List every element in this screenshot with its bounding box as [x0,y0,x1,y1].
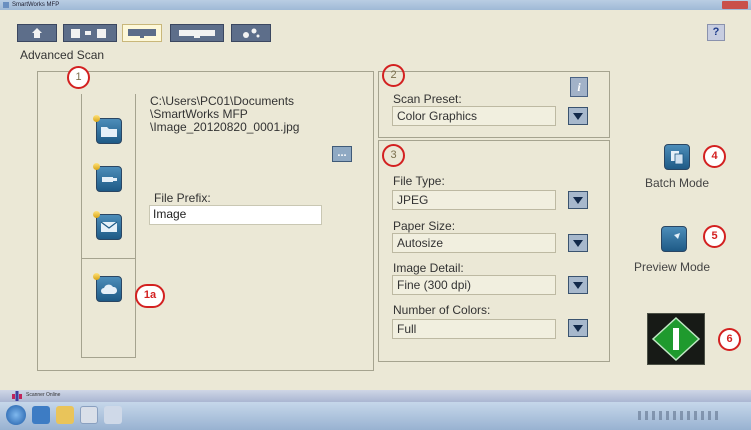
callout-6: 6 [718,328,741,351]
image-detail-label: Image Detail: [393,261,464,275]
tab-scan[interactable] [122,24,162,42]
settings-icon [243,28,260,38]
email-icon [100,221,118,232]
browse-button[interactable]: ... [332,146,352,162]
batch-mode-button[interactable] [664,144,690,170]
paper-size-select[interactable]: Autosize [392,233,556,253]
company-logo-icon [12,391,22,401]
number-of-colors-label: Number of Colors: [393,303,491,317]
callout-1: 1 [67,66,90,89]
chevron-down-icon [573,239,583,247]
browser-icon[interactable] [32,406,50,424]
help-button[interactable]: ? [707,24,725,41]
callout-3: 3 [382,144,405,167]
batch-pages-icon [671,151,684,165]
file-explorer-icon[interactable] [56,406,74,424]
batch-mode-label: Batch Mode [644,176,710,190]
app-icon [3,2,9,8]
scan-preset-dropdown-button[interactable] [568,107,588,125]
usb-icon [102,177,117,182]
scan-preset-label: Scan Preset: [393,92,462,106]
chevron-down-icon [573,196,583,204]
save-path: C:\Users\PC01\Documents \SmartWorks MFP … [150,94,300,134]
paper-size-dropdown-button[interactable] [568,234,588,252]
system-tray[interactable] [638,411,718,420]
folder-icon [101,127,117,137]
callout-5: 5 [703,225,726,248]
file-prefix-label: File Prefix: [154,191,211,205]
tab-copy[interactable] [63,24,117,42]
cloud-destination-button[interactable] [93,273,122,302]
start-menu-icon[interactable] [6,405,26,425]
window-title: SmartWorks MFP [12,2,60,8]
smartworks-taskbar-icon[interactable] [80,406,98,424]
scan-icon [128,29,156,38]
status-bar: Scanner Online [0,390,751,402]
start-diamond-icon [651,316,701,362]
chevron-down-icon [573,281,583,289]
status-text: Scanner Online [26,392,61,398]
tab-home[interactable] [17,24,57,42]
image-detail-select[interactable]: Fine (300 dpi) [392,275,556,295]
preview-arrow-icon [669,233,680,244]
window-controls[interactable] [722,1,748,9]
paper-size-label: Paper Size: [393,219,456,233]
preview-mode-button[interactable] [661,226,687,252]
number-of-colors-select[interactable]: Full [392,319,556,339]
callout-2: 2 [382,64,405,87]
taskbar [0,402,751,430]
file-prefix-input[interactable]: Image [149,205,322,225]
cloud-icon [101,284,118,294]
home-icon [32,28,42,38]
file-type-dropdown-button[interactable] [568,191,588,209]
number-of-colors-dropdown-button[interactable] [568,319,588,337]
callout-4: 4 [703,145,726,168]
window-titlebar: SmartWorks MFP [0,0,751,10]
email-destination-button[interactable] [93,211,122,240]
scan-preset-select[interactable]: Color Graphics [392,106,556,126]
file-type-label: File Type: [393,174,445,188]
tab-settings[interactable] [231,24,271,42]
page-title: Advanced Scan [20,48,105,62]
start-scan-button[interactable] [647,313,705,365]
copy-icon [71,29,106,38]
chevron-down-icon [573,324,583,332]
image-detail-dropdown-button[interactable] [568,276,588,294]
chevron-down-icon [573,112,583,120]
callout-1a: 1a [135,284,165,308]
print-icon [179,30,215,38]
file-type-select[interactable]: JPEG [392,190,556,210]
tab-print[interactable] [170,24,224,42]
info-button[interactable]: i [570,77,588,97]
usb-destination-button[interactable] [93,163,122,192]
destination-divider [81,258,136,259]
folder-destination-button[interactable] [93,115,122,144]
preview-mode-label: Preview Mode [633,260,711,274]
app-taskbar-icon[interactable] [104,406,122,424]
